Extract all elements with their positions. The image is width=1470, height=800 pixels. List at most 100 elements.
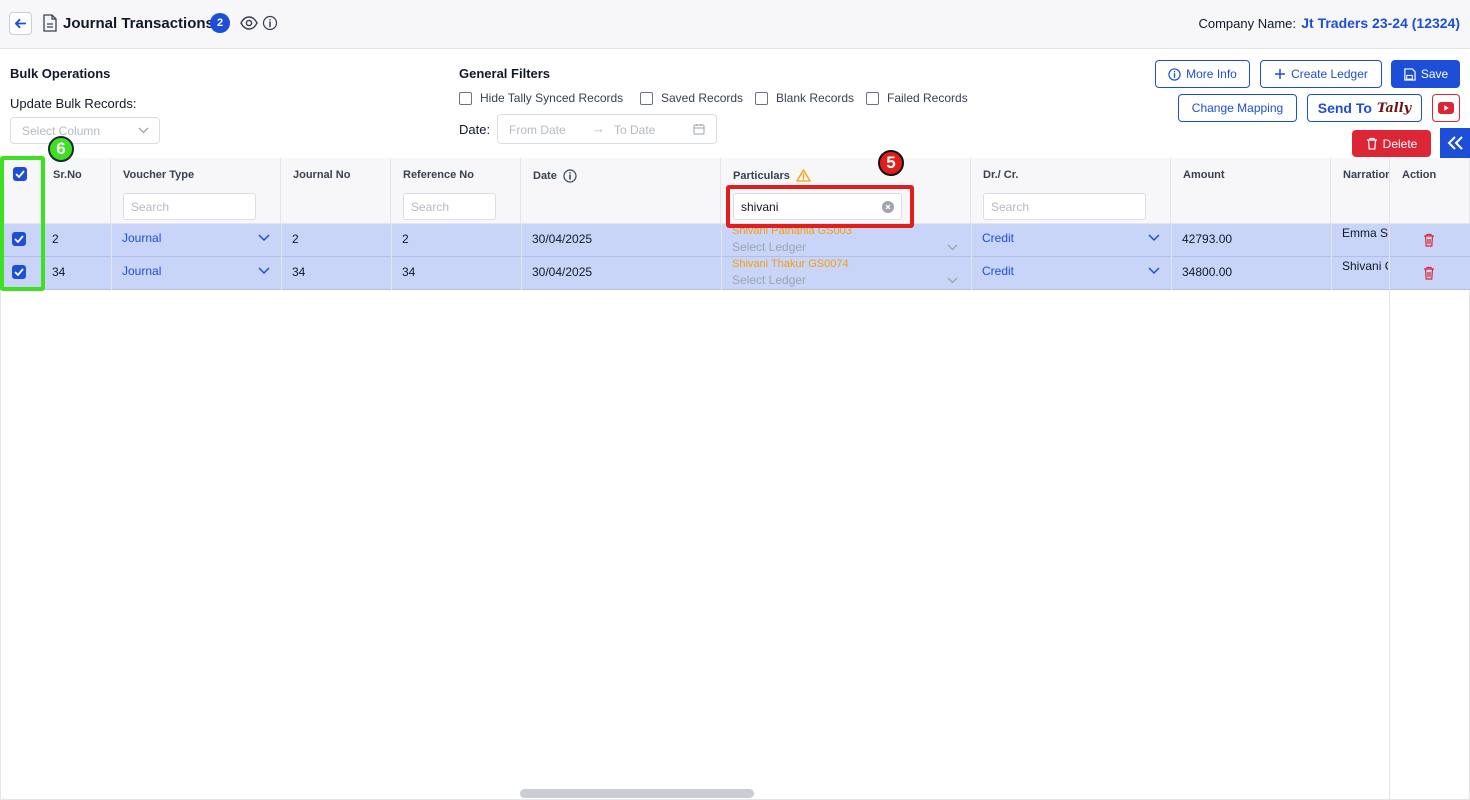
filter-blank-records[interactable]: Blank Records	[755, 91, 854, 105]
checkbox[interactable]	[866, 91, 879, 105]
column-divider	[971, 224, 972, 290]
highlight-box-particulars-search	[726, 185, 914, 228]
save-label: Save	[1420, 67, 1449, 81]
send-to-tally-button[interactable]: Send To Tally	[1307, 94, 1422, 122]
column-header[interactable]: Sr.No	[53, 169, 82, 181]
header-journal-no: Journal No	[281, 158, 391, 224]
plus-icon	[1275, 69, 1286, 79]
column-header[interactable]: Journal No	[293, 169, 350, 181]
company-name[interactable]: Jt Traders 23-24 (12324)	[1301, 15, 1460, 31]
to-date-placeholder[interactable]: To Date	[614, 123, 655, 137]
trash-icon[interactable]	[1423, 233, 1435, 247]
voucher-type-select[interactable]: Journal	[122, 231, 161, 245]
header-sr-no: Sr.No	[41, 158, 111, 224]
more-info-button[interactable]: More Info	[1155, 60, 1250, 88]
create-ledger-button[interactable]: Create Ledger	[1260, 60, 1382, 88]
top-bar: Journal Transactions 2 Company Name: Jt …	[0, 0, 1470, 49]
column-header[interactable]: Reference No	[403, 169, 474, 181]
change-mapping-button[interactable]: Change Mapping	[1178, 94, 1297, 122]
from-date-placeholder[interactable]: From Date	[509, 123, 566, 137]
chevron-down-icon[interactable]	[1148, 234, 1160, 242]
filter-saved-records[interactable]: Saved Records	[640, 91, 743, 105]
chevron-down-icon[interactable]	[947, 277, 958, 284]
save-button[interactable]: Save	[1391, 60, 1460, 88]
filter-label: Blank Records	[776, 91, 855, 105]
horizontal-scrollbar[interactable]	[520, 789, 754, 798]
youtube-icon	[1438, 102, 1454, 114]
delete-button[interactable]: Delete	[1352, 130, 1431, 157]
chevron-down-icon[interactable]	[1148, 267, 1160, 275]
header-narration: Narration	[1331, 158, 1390, 224]
column-header[interactable]: Narration	[1343, 169, 1389, 181]
column-header[interactable]: Voucher Type	[123, 169, 194, 181]
tally-logo: Tally	[1376, 100, 1412, 116]
company-label: Company Name:	[1198, 16, 1296, 31]
column-divider	[721, 224, 722, 290]
column-divider	[521, 224, 522, 290]
checkbox[interactable]	[459, 91, 472, 105]
select-column-dropdown[interactable]: Select Column	[10, 117, 160, 144]
narration-cell[interactable]: Emma S	[1342, 226, 1388, 240]
dr-cr-select[interactable]: Credit	[982, 231, 1014, 245]
column-divider	[1331, 224, 1332, 290]
reference-no-search-input[interactable]: Search	[403, 193, 496, 220]
step-marker: 6	[48, 136, 74, 162]
date-range-picker[interactable]: From Date → To Date	[497, 114, 717, 144]
double-chevron-left-icon	[1447, 136, 1463, 150]
select-ledger-dropdown[interactable]: Select Ledger	[732, 240, 806, 254]
column-header[interactable]: Date	[533, 169, 577, 183]
chevron-down-icon[interactable]	[947, 244, 958, 251]
back-button[interactable]	[9, 12, 32, 35]
column-header[interactable]: Particulars	[733, 169, 811, 182]
filter-hide-tally-synced[interactable]: Hide Tally Synced Records	[459, 91, 623, 105]
dr-cr-search-input[interactable]: Search	[983, 193, 1146, 220]
header-amount: Amount	[1171, 158, 1331, 224]
journal-no-cell: 2	[292, 232, 299, 246]
voucher-type-search-input[interactable]: Search	[123, 193, 256, 220]
info-icon[interactable]	[262, 15, 278, 31]
filter-label: Failed Records	[887, 91, 968, 105]
checkbox[interactable]	[640, 91, 653, 105]
warning-icon	[796, 169, 811, 182]
collapse-panel-button[interactable]	[1440, 128, 1470, 158]
amount-cell: 34800.00	[1182, 265, 1233, 279]
chevron-down-icon	[138, 127, 149, 134]
range-arrow: →	[592, 121, 605, 136]
trash-icon[interactable]	[1423, 266, 1435, 280]
filter-label: Saved Records	[661, 91, 744, 105]
page-title: Journal Transactions	[63, 15, 214, 32]
youtube-button[interactable]	[1432, 94, 1460, 122]
select-ledger-dropdown[interactable]: Select Ledger	[732, 273, 806, 287]
create-ledger-label: Create Ledger	[1291, 67, 1368, 81]
checkbox[interactable]	[755, 91, 768, 105]
column-header[interactable]: Dr./ Cr.	[983, 169, 1018, 181]
table-row[interactable]: 2 Journal 2 2 30/04/2025 Shivani Pathani…	[0, 224, 1470, 257]
highlight-box-row-checkboxes	[0, 156, 45, 291]
filter-failed-records[interactable]: Failed Records	[866, 91, 968, 105]
sr-no-cell: 34	[52, 265, 66, 279]
journal-no-cell: 34	[292, 265, 306, 279]
dr-cr-select[interactable]: Credit	[982, 264, 1014, 278]
header-date: Date	[521, 158, 721, 224]
date-cell: 30/04/2025	[532, 232, 593, 246]
step-marker: 5	[878, 150, 904, 176]
date-label: Date:	[459, 122, 491, 137]
column-header[interactable]: Amount	[1183, 169, 1225, 181]
header-action: Action	[1390, 158, 1470, 224]
eye-icon[interactable]	[240, 15, 258, 31]
table-row[interactable]: 34 Journal 34 34 30/04/2025 Shivani Thak…	[0, 257, 1470, 290]
reference-no-cell: 34	[402, 265, 416, 279]
column-divider	[1171, 224, 1172, 290]
date-cell: 30/04/2025	[532, 265, 593, 279]
delete-label: Delete	[1382, 136, 1418, 151]
info-icon	[1168, 67, 1181, 81]
header-reference-no: Reference No Search	[391, 158, 521, 224]
voucher-type-select[interactable]: Journal	[122, 264, 161, 278]
narration-cell[interactable]: Shivani C	[1342, 259, 1388, 273]
column-header: Action	[1402, 169, 1437, 181]
info-icon[interactable]	[563, 169, 577, 183]
chevron-down-icon[interactable]	[258, 234, 270, 242]
chevron-down-icon[interactable]	[258, 267, 270, 275]
save-icon	[1404, 67, 1416, 81]
particular-ledger-name: Shivani Thakur GS0074	[732, 258, 849, 270]
